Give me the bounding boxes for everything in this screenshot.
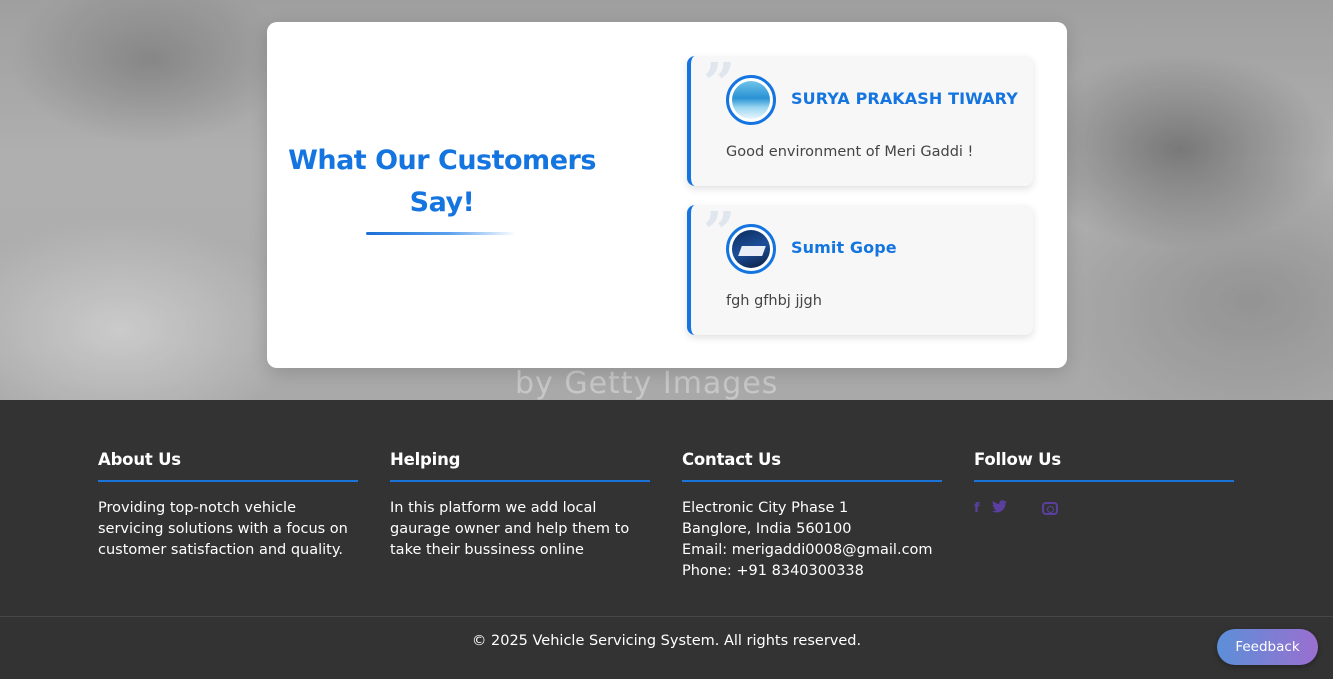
footer-about: About Us Providing top-notch vehicle ser… [98, 450, 358, 561]
about-text-line: Providing top-notch vehicle [98, 500, 297, 516]
helping-text-line: gaurage owner and help them to [390, 521, 630, 537]
facebook-icon[interactable]: f [974, 501, 992, 516]
footer-follow: Follow Us f [974, 450, 1234, 517]
title-underline [366, 232, 516, 235]
avatar [726, 75, 776, 125]
reviewer-name: Sumit Gope [791, 238, 897, 257]
footer-heading-helping: Helping [390, 450, 650, 482]
testimonials-heading: What Our Customers Say! [267, 140, 617, 235]
contact-email[interactable]: Email: merigaddi0008@gmail.com [682, 540, 942, 561]
helping-text-line: take their bussiness online [390, 542, 584, 558]
section-title: What Our Customers Say! [288, 145, 596, 218]
social-links: f [974, 500, 1234, 517]
review-card: ” Sumit Gope fgh gfhbj jjgh [687, 205, 1033, 335]
image-watermark: by Getty Images [515, 366, 779, 400]
feedback-button[interactable]: Feedback [1217, 629, 1318, 665]
about-text-line: servicing solutions with a focus on [98, 521, 348, 537]
footer-divider [0, 616, 1333, 617]
contact-address-line: Electronic City Phase 1 [682, 500, 849, 516]
helping-text-line: In this platform we add local [390, 500, 597, 516]
instagram-icon[interactable] [1042, 502, 1058, 515]
review-text: fgh gfhbj jjgh [726, 293, 822, 309]
footer-heading-contact: Contact Us [682, 450, 942, 482]
review-text: Good environment of Meri Gaddi ! [726, 144, 974, 160]
testimonials-card: What Our Customers Say! ” SURYA PRAKASH … [267, 22, 1067, 368]
copyright-text: © 2025 Vehicle Servicing System. All rig… [471, 633, 862, 649]
contact-phone[interactable]: Phone: +91 8340300338 [682, 561, 942, 582]
footer-heading-about: About Us [98, 450, 358, 482]
site-footer: About Us Providing top-notch vehicle ser… [0, 400, 1333, 679]
about-text-line: customer satisfaction and quality. [98, 542, 343, 558]
footer-heading-follow: Follow Us [974, 450, 1234, 482]
review-card: ” SURYA PRAKASH TIWARY Good environment … [687, 56, 1033, 186]
avatar [726, 224, 776, 274]
footer-contact: Contact Us Electronic City Phase 1 Bangl… [682, 450, 942, 582]
contact-address-line: Banglore, India 560100 [682, 521, 852, 537]
footer-helping: Helping In this platform we add local ga… [390, 450, 650, 561]
reviewer-name: SURYA PRAKASH TIWARY [791, 89, 1018, 108]
twitter-icon[interactable] [992, 500, 1042, 517]
